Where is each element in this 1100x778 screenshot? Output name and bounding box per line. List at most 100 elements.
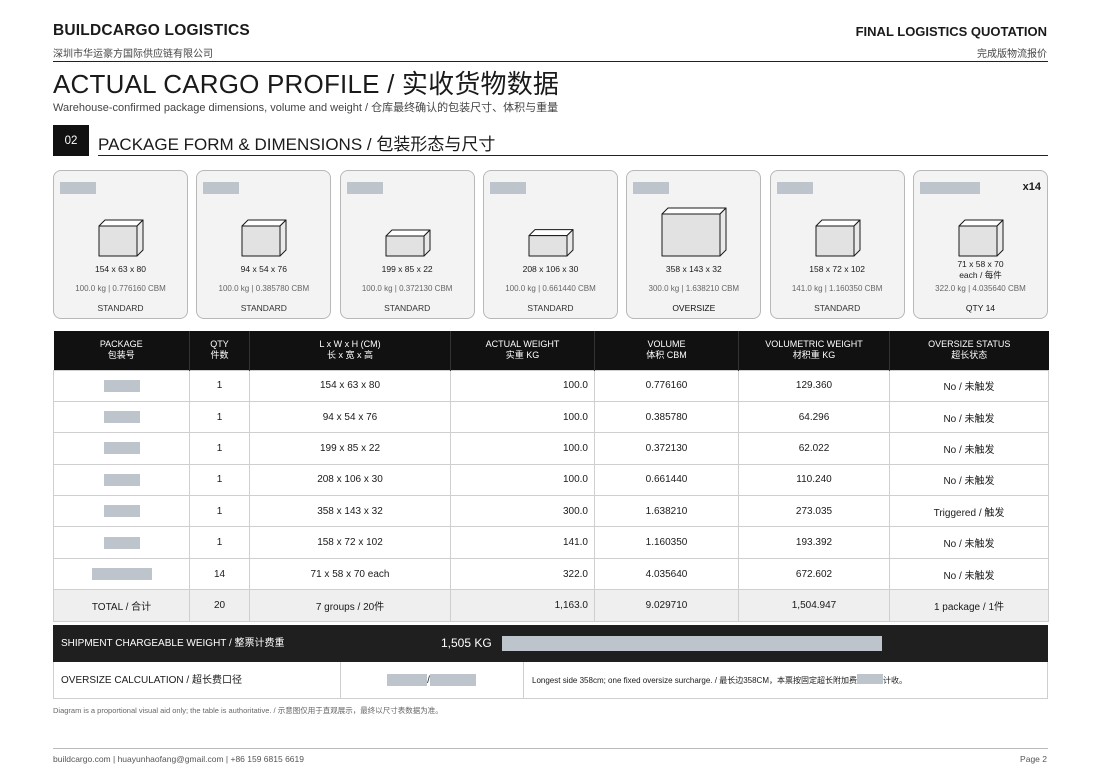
redacted-package-id <box>103 411 140 424</box>
dimensions-each-text: each / 每件 <box>959 270 1002 280</box>
qty-cell: 1 <box>189 526 250 559</box>
page-title: ACTUAL CARGO PROFILE / 实收货物数据 <box>53 69 560 99</box>
volumetric-weight-cell: 110.240 <box>738 463 890 497</box>
package-cell <box>53 526 190 559</box>
column-header: ACTUAL WEIGHT 实重 KG <box>450 331 595 370</box>
brand-name: BUILDCARGO LOGISTICS <box>53 22 250 39</box>
package-status: STANDARD <box>97 303 144 313</box>
redacted-package-id <box>103 536 140 549</box>
dimensions-text: 358 x 143 x 32 <box>665 264 722 274</box>
total-volume-cell: 9.029710 <box>594 589 739 622</box>
footer-divider <box>53 748 1048 749</box>
column-header-en: OVERSIZE STATUS <box>928 339 1011 350</box>
column-header-cn: 材积重 KG <box>792 350 836 361</box>
column-header: VOLUMETRIC WEIGHT 材积重 KG <box>738 331 890 370</box>
qty-cell: 1 <box>189 463 250 497</box>
dimensions-cell: 208 x 106 x 30 <box>249 463 451 497</box>
dimensions-cell: 154 x 63 x 80 <box>249 369 451 402</box>
package-box-diagram <box>661 207 727 257</box>
oversize-status-cell: No / 未触发 <box>889 557 1049 591</box>
package-weight-volume: 100.0 kg | 0.776160 CBM <box>75 284 166 293</box>
package-card: 154 x 63 x 80 100.0 kg | 0.776160 CBM STAN… <box>53 170 188 319</box>
column-header-cn: 长 x 宽 x 高 <box>326 350 373 361</box>
document-subtitle: 完成版物流报价 <box>977 49 1047 60</box>
oversize-status-cell: No / 未触发 <box>889 400 1049 434</box>
weight-cell: 322.0 <box>450 557 595 591</box>
table-row: 1 94 x 54 x 76 100.0 0.385780 64.296 No / 未触发 <box>53 400 1049 434</box>
package-status: QTY 14 <box>965 303 996 313</box>
volume-cell: 1.638210 <box>594 495 739 528</box>
dimensions-text: 71 x 58 x 70 <box>957 259 1004 269</box>
package-weight-volume: 100.0 kg | 0.372130 CBM <box>361 284 453 293</box>
package-status: STANDARD <box>384 303 431 313</box>
package-box-diagram <box>815 219 861 257</box>
redacted-value <box>857 674 884 684</box>
oversize-calculation-label: OVERSIZE CALCULATION / 超长费口径 <box>61 675 242 686</box>
qty-cell: 1 <box>189 495 250 528</box>
volumetric-weight-cell: 672.602 <box>738 557 890 591</box>
table-row: 1 158 x 72 x 102 141.0 1.160350 193.392 No / … <box>53 526 1049 559</box>
package-card: 199 x 85 x 22 100.0 kg | 0.372130 CBM STAN… <box>339 170 475 319</box>
column-header-en: ACTUAL WEIGHT <box>485 339 560 350</box>
table-row: 1 358 x 143 x 32 300.0 1.638210 273.035 Trigg… <box>53 495 1049 528</box>
table-row: 1 208 x 106 x 30 100.0 0.661440 110.240 No / … <box>53 463 1049 497</box>
weight-cell: 300.0 <box>450 495 595 528</box>
footer-contact: buildcargo.com | huayunhaofang@gmail.com… <box>53 754 304 764</box>
redacted-package-id <box>91 568 152 581</box>
oversize-note-text: Longest side 358cm; one fixed oversize s… <box>532 676 858 685</box>
redacted-package-id <box>103 442 140 455</box>
column-header-en: VOLUME <box>647 339 686 350</box>
oversize-status-cell: No / 未触发 <box>889 369 1049 402</box>
package-dimensions: 94 x 54 x 76 <box>197 264 330 275</box>
column-header: QTY 件数 <box>189 331 250 370</box>
chargeable-weight-bar: SHIPMENT CHARGEABLE WEIGHT / 整票计费重 1,505… <box>53 625 1048 662</box>
package-weight-volume: 100.0 kg | 0.385780 CBM <box>218 284 310 293</box>
package-dimensions: 199 x 85 x 22 <box>341 264 474 275</box>
dimensions-text: 158 x 72 x 102 <box>809 264 866 274</box>
total-status-cell: 1 package / 1件 <box>889 589 1049 622</box>
package-card: x14 71 x 58 x 70 each / 每件 322.0 kg | 4.035… <box>912 170 1048 319</box>
weight-cell: 100.0 <box>450 463 595 497</box>
volume-cell: 4.035640 <box>594 557 739 591</box>
volumetric-weight-cell: 273.035 <box>738 495 890 528</box>
total-weight-cell: 1,163.0 <box>450 589 595 622</box>
package-box-diagram <box>98 219 144 257</box>
package-weight-volume: 141.0 kg | 1.160350 CBM <box>791 284 883 293</box>
column-header: VOLUME 体积 CBM <box>594 331 739 370</box>
total-dimensions-cell: 7 groups / 20件 <box>249 589 451 622</box>
redacted-detail <box>502 636 882 651</box>
package-status: STANDARD <box>527 303 574 313</box>
document-title: FINAL LOGISTICS QUOTATION <box>855 24 1047 39</box>
package-weight-volume: 300.0 kg | 1.638210 CBM <box>648 284 740 293</box>
package-box-diagram <box>385 229 431 257</box>
redacted-value <box>429 674 476 687</box>
volumetric-weight-cell: 64.296 <box>738 400 890 434</box>
qty-cell: 1 <box>189 400 250 434</box>
total-label-cell: TOTAL / 合计 <box>53 589 190 622</box>
volumetric-weight-cell: 129.360 <box>738 369 890 402</box>
brand-company-cn: 深圳市华运豪方国际供应链有限公司 <box>53 49 213 60</box>
redacted-package-id <box>103 379 140 392</box>
page-number: Page 2 <box>1020 754 1047 764</box>
column-header-en: L x W x H (CM) <box>319 339 381 350</box>
volume-cell: 0.385780 <box>594 400 739 434</box>
column-header: PACKAGE 包装号 <box>53 331 190 370</box>
column-header-cn: 超长状态 <box>951 350 988 361</box>
cell-divider <box>523 662 524 698</box>
package-cell <box>53 400 190 434</box>
oversize-status-cell: No / 未触发 <box>889 432 1049 465</box>
column-header-cn: 体积 CBM <box>646 350 687 361</box>
column-header-cn: 实重 KG <box>505 350 540 361</box>
qty-cell: 14 <box>189 557 250 591</box>
package-card: 358 x 143 x 32 300.0 kg | 1.638210 CBM OVE… <box>626 170 762 319</box>
qty-cell: 1 <box>189 432 250 465</box>
package-weight-volume: 100.0 kg | 0.661440 CBM <box>505 284 596 293</box>
package-status: OVERSIZE <box>672 303 716 313</box>
volume-cell: 1.160350 <box>594 526 739 559</box>
column-header-en: VOLUMETRIC WEIGHT <box>765 339 863 350</box>
total-volumetric-weight-cell: 1,504.947 <box>738 589 890 622</box>
package-dimensions: 208 x 106 x 30 <box>484 264 617 275</box>
header-divider <box>53 61 1048 62</box>
package-cell <box>53 432 190 465</box>
page-description: Warehouse-confirmed package dimensions, … <box>53 102 559 114</box>
